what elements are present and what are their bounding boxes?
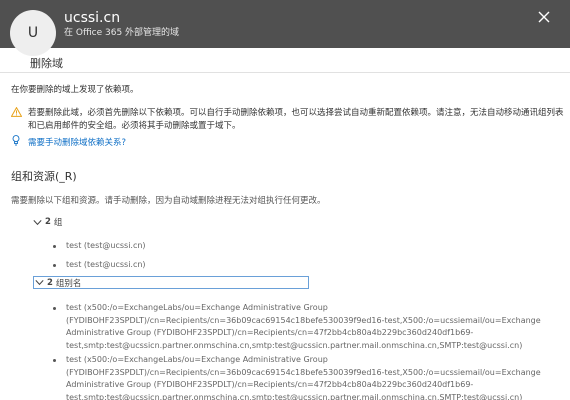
groups-note: 需要删除以下组和资源。请手动删除，因为自动域删除进程无法对组执行任何更改。	[11, 196, 326, 206]
help-link[interactable]: 需要手动删除域依赖关系?	[28, 136, 126, 148]
alias-count: 2	[47, 277, 53, 288]
group-alias-toggle[interactable]: 2 组别名	[33, 276, 309, 289]
panel-header: U ucssi.cn 在 Office 365 外部管理的域	[0, 0, 570, 56]
domain-name: ucssi.cn	[64, 10, 121, 26]
page-title: 删除域	[30, 57, 63, 70]
list-item: test (test@ucssi.cn)	[52, 240, 146, 253]
groups-toggle[interactable]: 2 组	[33, 216, 62, 228]
chevron-down-icon	[33, 219, 42, 225]
warning-text: 若要删除此域，必须首先删除以下依赖项。可以自行手动删除依赖项，也可以选择尝试自动…	[28, 108, 564, 131]
list-item: test (test@ucssi.cn)	[52, 259, 146, 272]
list-item: test (x500:/o=ExchangeLabs/ou=Exchange A…	[52, 354, 567, 400]
close-icon[interactable]	[536, 9, 552, 25]
group-label: 组	[53, 218, 63, 228]
alias-list: test (x500:/o=ExchangeLabs/ou=Exchange A…	[52, 302, 567, 400]
group-list: test (test@ucssi.cn) test (test@ucssi.cn…	[52, 240, 146, 277]
chevron-down-icon	[35, 280, 44, 286]
list-item: test (x500:/o=ExchangeLabs/ou=Exchange A…	[52, 302, 567, 352]
warning-icon	[11, 107, 22, 117]
groups-heading: 组和资源(_R)	[11, 170, 77, 183]
avatar: U	[10, 10, 56, 56]
alias-label: 组别名	[55, 278, 82, 289]
domain-subtitle: 在 Office 365 外部管理的域	[64, 28, 180, 38]
group-count: 2	[45, 217, 51, 227]
lightbulb-icon	[12, 135, 20, 146]
divider	[0, 72, 570, 73]
intro-text: 在你要删除的域上发现了依赖项。	[11, 85, 139, 95]
